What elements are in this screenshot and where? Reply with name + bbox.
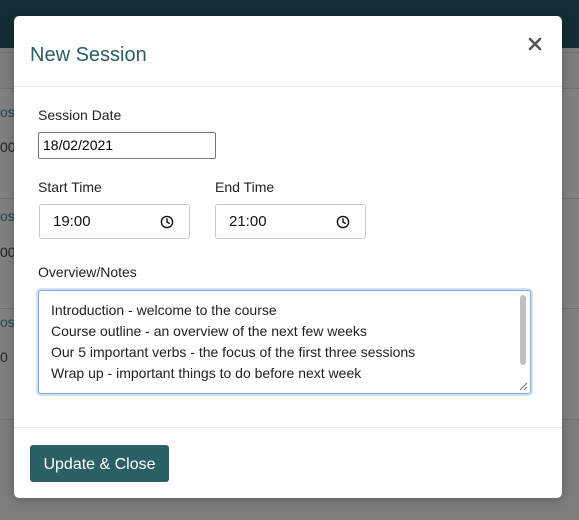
end-time-input[interactable]: 21:00 bbox=[215, 204, 366, 239]
background-text-fragment: 00 bbox=[0, 139, 14, 155]
modal-title: New Session bbox=[30, 44, 147, 66]
background-text-fragment: ost bbox=[0, 208, 14, 224]
background-text-fragment: ost bbox=[0, 314, 14, 330]
clock-icon[interactable] bbox=[336, 215, 350, 229]
start-time-label: Start Time bbox=[38, 179, 102, 195]
background-text-fragment: 0 bbox=[0, 349, 8, 365]
resize-handle-icon[interactable] bbox=[518, 381, 528, 391]
notes-label: Overview/Notes bbox=[38, 264, 137, 280]
close-icon bbox=[528, 37, 542, 51]
clock-icon[interactable] bbox=[160, 215, 174, 229]
session-date-input[interactable]: 18/02/2021 bbox=[38, 132, 216, 159]
notes-text: Introduction - welcome to the course Cou… bbox=[51, 302, 416, 381]
notes-scrollbar[interactable] bbox=[518, 293, 528, 391]
background-text-fragment: ost bbox=[0, 104, 14, 120]
scrollbar-thumb[interactable] bbox=[520, 295, 526, 365]
modal-footer: Update & Close bbox=[14, 427, 562, 498]
update-and-close-button[interactable]: Update & Close bbox=[30, 445, 169, 482]
close-button[interactable] bbox=[525, 34, 545, 54]
start-time-input[interactable]: 19:00 bbox=[39, 204, 190, 239]
background-text-fragment: 00 bbox=[0, 244, 14, 260]
end-time-label: End Time bbox=[215, 179, 275, 195]
modal-header: New Session bbox=[14, 16, 562, 87]
end-time-value: 21:00 bbox=[229, 213, 267, 230]
start-time-value: 19:00 bbox=[53, 213, 91, 230]
session-date-label: Session Date bbox=[38, 107, 122, 123]
modal-body: Session Date 18/02/2021 Start Time 19:00… bbox=[14, 87, 562, 427]
new-session-modal: New Session Session Date 18/02/2021 Star… bbox=[14, 16, 562, 498]
notes-textarea[interactable]: Introduction - welcome to the course Cou… bbox=[38, 290, 531, 394]
